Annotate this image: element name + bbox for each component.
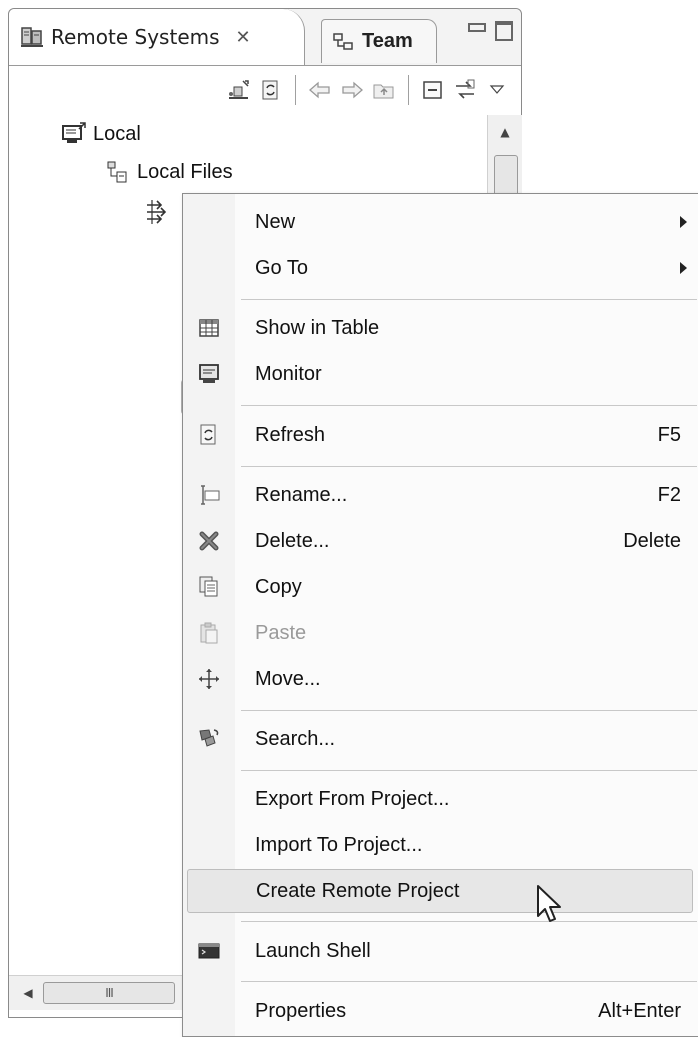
menu-separator bbox=[241, 981, 697, 982]
table-icon bbox=[187, 306, 231, 350]
view-toolbar bbox=[9, 66, 521, 114]
menu-item-go-to[interactable]: Go To bbox=[187, 246, 693, 290]
menu-item-import-to-project[interactable]: Import To Project... bbox=[187, 823, 693, 867]
submenu-arrow-icon bbox=[680, 262, 687, 274]
shell-icon bbox=[187, 929, 231, 973]
collapse-all-icon[interactable] bbox=[419, 76, 447, 104]
menu-item-rename[interactable]: Rename... F2 bbox=[187, 473, 693, 517]
submenu-arrow-icon bbox=[680, 216, 687, 228]
link-with-editor-icon[interactable] bbox=[451, 76, 479, 104]
menu-item-accelerator: F5 bbox=[657, 423, 681, 446]
menu-item-label: Launch Shell bbox=[255, 939, 371, 962]
menu-item-move[interactable]: Move... bbox=[187, 657, 693, 701]
menu-item-accelerator: Delete bbox=[623, 529, 681, 552]
tree-item-subsystem[interactable] bbox=[143, 197, 179, 227]
scroll-up-icon[interactable]: ▲ bbox=[488, 115, 522, 149]
menu-item-refresh[interactable]: Refresh F5 bbox=[187, 413, 693, 457]
menu-item-new[interactable]: New bbox=[187, 200, 693, 244]
menu-item-label: Show in Table bbox=[255, 316, 380, 339]
menu-item-monitor[interactable]: Monitor bbox=[187, 352, 693, 396]
screenshot-root: Remote Systems ✕ Team Local Local Files … bbox=[0, 0, 698, 1037]
menu-item-label: Move... bbox=[255, 667, 321, 690]
menu-item-accelerator: Alt+Enter bbox=[598, 999, 681, 1022]
toolbar-separator bbox=[408, 75, 409, 105]
maximize-icon[interactable] bbox=[493, 19, 515, 41]
new-connection-icon[interactable] bbox=[225, 76, 253, 104]
menu-separator bbox=[241, 466, 697, 467]
tab-label-team: Team bbox=[362, 30, 413, 52]
tab-remote-systems[interactable]: Remote Systems ✕ bbox=[9, 9, 305, 65]
refresh-icon bbox=[187, 413, 231, 457]
menu-item-label: Search... bbox=[255, 727, 336, 750]
tab-label-remote-systems: Remote Systems bbox=[51, 25, 220, 49]
back-arrow-icon[interactable] bbox=[306, 76, 334, 104]
team-icon bbox=[332, 31, 356, 53]
menu-item-properties[interactable]: Properties Alt+Enter bbox=[187, 989, 693, 1033]
menu-item-label: Import To Project... bbox=[255, 833, 423, 856]
menu-item-export-from-project[interactable]: Export From Project... bbox=[187, 777, 693, 821]
up-folder-icon[interactable] bbox=[370, 76, 398, 104]
tree-item-local-files[interactable]: Local Files bbox=[105, 159, 233, 185]
monitor-icon bbox=[187, 352, 231, 396]
local-host-icon bbox=[61, 121, 87, 147]
menu-item-label: Rename... bbox=[255, 483, 348, 506]
move-icon bbox=[187, 657, 231, 701]
menu-separator bbox=[241, 710, 697, 711]
menu-separator bbox=[241, 921, 697, 922]
local-files-icon bbox=[105, 159, 131, 185]
scroll-left-icon[interactable]: ◀ bbox=[17, 976, 39, 1010]
tree-item-label: Local bbox=[93, 122, 141, 145]
context-menu: New Go To Show in Table Monitor Refresh … bbox=[182, 193, 698, 1037]
menu-item-label: Delete... bbox=[255, 529, 330, 552]
menu-item-label: Export From Project... bbox=[255, 787, 450, 810]
menu-item-copy[interactable]: Copy bbox=[187, 565, 693, 609]
tree-item-label: Local Files bbox=[137, 160, 233, 183]
subsystem-icon bbox=[143, 197, 173, 227]
menu-item-label: Create Remote Project bbox=[256, 879, 460, 902]
view-tab-bar: Remote Systems ✕ Team bbox=[9, 9, 521, 66]
search-icon bbox=[187, 717, 231, 761]
view-menu-icon[interactable] bbox=[483, 76, 511, 104]
copy-icon bbox=[187, 565, 231, 609]
menu-separator bbox=[241, 405, 697, 406]
refresh-icon[interactable] bbox=[257, 76, 285, 104]
delete-icon bbox=[187, 519, 231, 563]
paste-icon bbox=[187, 611, 231, 655]
toolbar-separator bbox=[295, 75, 296, 105]
horizontal-scroll-thumb[interactable]: III bbox=[43, 982, 175, 1004]
view-window-buttons bbox=[465, 19, 515, 41]
menu-item-launch-shell[interactable]: Launch Shell bbox=[187, 929, 693, 973]
menu-separator bbox=[241, 770, 697, 771]
menu-item-label: Paste bbox=[255, 621, 307, 644]
menu-item-search[interactable]: Search... bbox=[187, 717, 693, 761]
close-icon[interactable]: ✕ bbox=[236, 27, 251, 48]
menu-separator bbox=[241, 299, 697, 300]
menu-item-paste: Paste bbox=[187, 611, 693, 655]
remote-systems-icon bbox=[19, 24, 45, 50]
menu-item-accelerator: F2 bbox=[657, 483, 681, 506]
menu-item-label: Monitor bbox=[255, 362, 322, 385]
minimize-icon[interactable] bbox=[465, 19, 487, 41]
menu-item-delete[interactable]: Delete... Delete bbox=[187, 519, 693, 563]
rename-icon bbox=[187, 473, 231, 517]
menu-item-label: Properties bbox=[255, 999, 347, 1022]
menu-item-show-in-table[interactable]: Show in Table bbox=[187, 306, 693, 350]
tab-team[interactable]: Team bbox=[321, 19, 437, 63]
menu-item-label: Copy bbox=[255, 575, 302, 598]
menu-item-label: New bbox=[255, 210, 296, 233]
scroll-grip: III bbox=[105, 986, 114, 1000]
menu-item-create-remote-project[interactable]: Create Remote Project bbox=[187, 869, 693, 913]
mouse-cursor-icon bbox=[536, 884, 566, 926]
menu-item-label: Go To bbox=[255, 256, 308, 279]
menu-item-label: Refresh bbox=[255, 423, 326, 446]
forward-arrow-icon[interactable] bbox=[338, 76, 366, 104]
tree-item-local[interactable]: Local bbox=[61, 121, 141, 147]
